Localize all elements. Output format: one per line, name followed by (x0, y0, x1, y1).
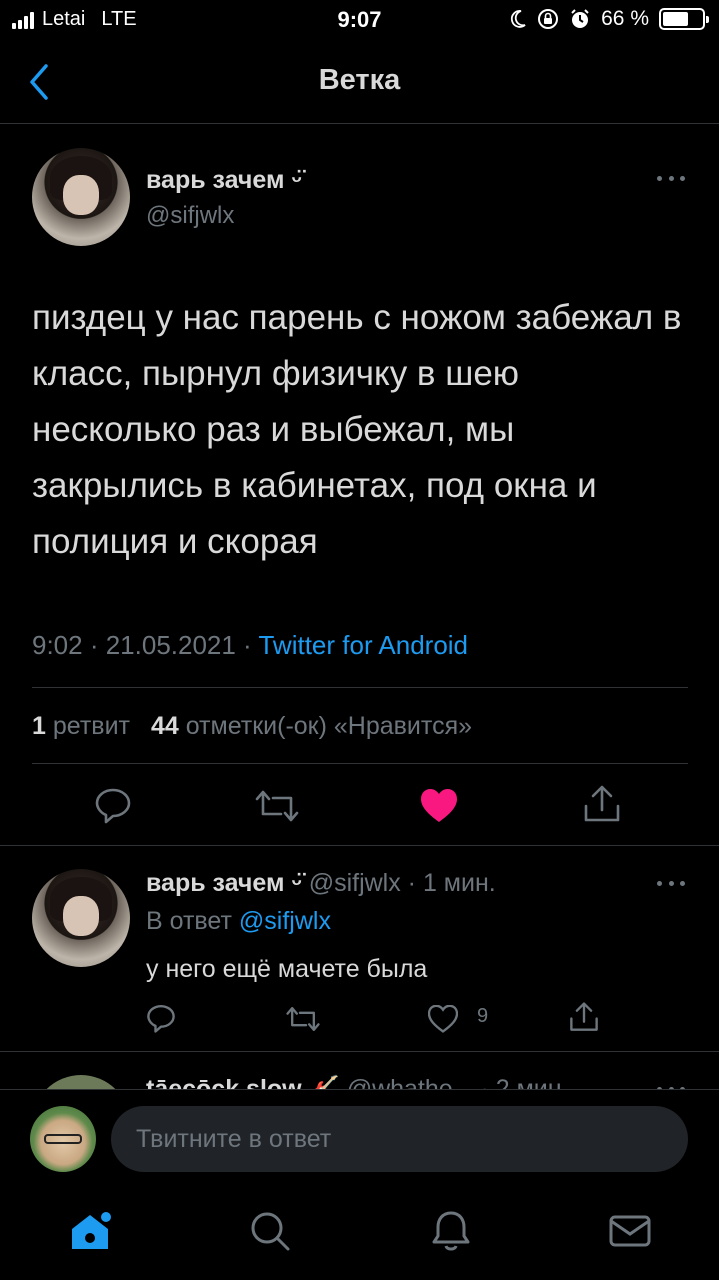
reply-text: у него ещё мачете была (146, 955, 428, 983)
home-icon[interactable] (68, 1209, 112, 1253)
notifications-icon[interactable] (429, 1209, 473, 1253)
avatar[interactable] (32, 1075, 130, 1089)
divider (32, 687, 688, 688)
messages-icon[interactable] (608, 1209, 652, 1253)
rotation-lock-icon (538, 9, 559, 29)
share-icon[interactable] (569, 1001, 599, 1033)
reply-handle-time: @sifjwlx · 1 мин. (308, 869, 496, 897)
battery-percent: 66 % (601, 7, 649, 30)
next-tweet-header: tāecōck slow 🎸 @whathe... · 2 мин. (146, 1075, 569, 1089)
next-author-name[interactable]: tāecōck slow (146, 1075, 302, 1089)
reply-icon[interactable] (146, 1003, 176, 1033)
page-title: Ветка (318, 64, 401, 96)
tweet-source-link[interactable]: Twitter for Android (258, 630, 468, 660)
reply-to-line: В ответ @sifjwlx (146, 907, 331, 935)
next-author-emoji: 🎸 (308, 1075, 340, 1089)
reply-compose-bar: Твитните в ответ (0, 1089, 719, 1189)
avatar[interactable] (32, 869, 130, 967)
reply-to-handle-link[interactable]: @sifjwlx (239, 907, 331, 935)
more-options-icon[interactable] (657, 879, 685, 887)
status-bar-right: 66 % (509, 7, 709, 31)
reply-header: варь зачем ᵕ̈ @sifjwlx · 1 мин. (146, 869, 496, 898)
retweet-stat[interactable]: 1 ретвит (32, 712, 130, 740)
reply-tweet[interactable]: варь зачем ᵕ̈ @sifjwlx · 1 мин. В ответ … (0, 847, 719, 1052)
battery-icon (659, 8, 709, 30)
reply-like-count: 9 (477, 1005, 489, 1027)
more-options-icon[interactable] (657, 174, 685, 182)
retweet-icon[interactable] (286, 1005, 320, 1033)
tweet-stats: 1 ретвит 44 отметки(-ок) «Нравится» (32, 712, 472, 741)
reply-author-name[interactable]: варь зачем (146, 869, 285, 897)
retweet-icon[interactable] (255, 788, 299, 824)
my-avatar[interactable] (30, 1106, 96, 1172)
reply-author-emoji: ᵕ̈ (291, 869, 302, 897)
next-tweet-partial[interactable]: tāecōck slow 🎸 @whathe... · 2 мин. (0, 1053, 719, 1089)
tweet-text: пиздец у нас парень с ножом забежал в кл… (32, 298, 682, 561)
like-heart-icon[interactable] (428, 1005, 458, 1033)
next-handle-time: @whathe... · 2 мин. (346, 1075, 569, 1089)
reply-icon[interactable] (94, 786, 132, 824)
bottom-tab-bar (0, 1189, 719, 1280)
alarm-icon (571, 9, 589, 28)
tweet-timestamp: 9:02 · 21.05.2021 · (32, 630, 259, 660)
search-icon[interactable] (248, 1209, 292, 1253)
author-emoji: ᵕ̈ (291, 166, 302, 194)
avatar[interactable] (32, 148, 130, 246)
like-heart-icon[interactable] (420, 788, 458, 824)
author-name[interactable]: варь зачем ᵕ̈ (146, 166, 302, 195)
share-icon[interactable] (583, 784, 621, 824)
like-stat[interactable]: 44 отметки(-ок) «Нравится» (151, 712, 472, 740)
main-tweet: варь зачем ᵕ̈ @sifjwlx пиздец у нас паре… (0, 124, 719, 846)
navigation-header: Ветка (0, 44, 719, 124)
reply-input[interactable]: Твитните в ответ (111, 1106, 688, 1172)
tweet-meta: 9:02 · 21.05.2021 · Twitter for Android (32, 630, 468, 661)
moon-icon (511, 10, 526, 28)
author-handle[interactable]: @sifjwlx (146, 202, 234, 230)
divider (32, 763, 688, 764)
status-bar: Letai LTE 9:07 66 % (0, 0, 719, 44)
